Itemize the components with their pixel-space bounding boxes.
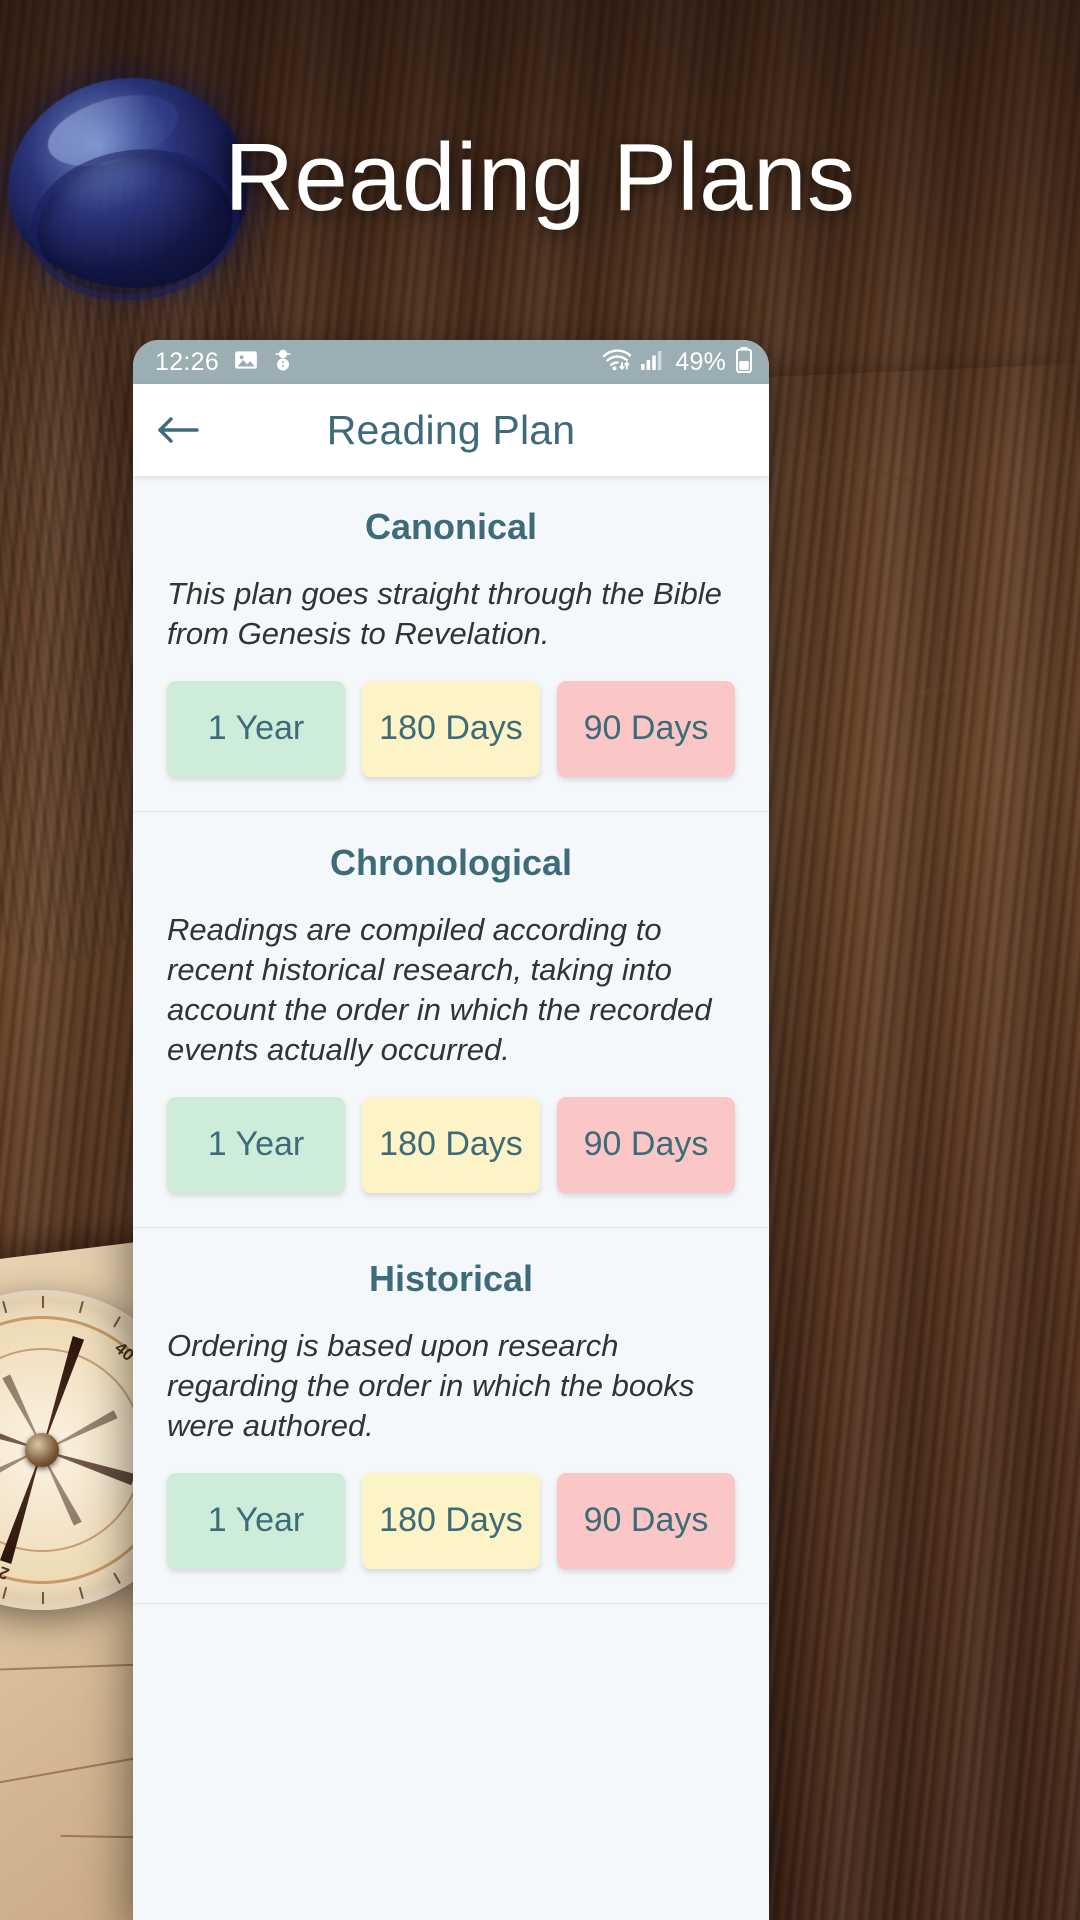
duration-button-90-days[interactable]: 90 Days xyxy=(557,1472,735,1569)
status-bar: 12:26 49% xyxy=(133,340,769,384)
back-button[interactable] xyxy=(155,412,201,448)
plan-card-historical: Historical Ordering is based upon resear… xyxy=(133,1227,769,1604)
duration-button-180-days[interactable]: 180 Days xyxy=(362,1472,540,1569)
empty-list-space xyxy=(133,1603,769,1920)
duration-button-180-days[interactable]: 180 Days xyxy=(362,1096,540,1193)
duration-button-1-year[interactable]: 1 Year xyxy=(167,680,345,777)
plan-description: Readings are compiled according to recen… xyxy=(167,911,712,1068)
duration-button-180-days[interactable]: 180 Days xyxy=(362,680,540,777)
plan-card-chronological: Chronological Readings are compiled acco… xyxy=(133,811,769,1228)
plan-duration-buttons: 1 Year 180 Days 90 Days xyxy=(167,1472,735,1569)
plan-description: This plan goes straight through the Bibl… xyxy=(167,576,722,652)
duration-button-90-days[interactable]: 90 Days xyxy=(557,1096,735,1193)
app-bar: Reading Plan xyxy=(133,384,769,476)
duration-button-1-year[interactable]: 1 Year xyxy=(167,1472,345,1569)
duration-button-1-year[interactable]: 1 Year xyxy=(167,1096,345,1193)
plan-duration-buttons: 1 Year 180 Days 90 Days xyxy=(167,680,735,777)
plan-duration-buttons: 1 Year 180 Days 90 Days xyxy=(167,1096,735,1193)
phone-mockup: 12:26 49% Reading Plan Canonical This pl… xyxy=(133,340,769,1920)
app-bar-title: Reading Plan xyxy=(326,406,576,453)
plan-title: Historical xyxy=(368,1257,534,1299)
plan-title: Canonical xyxy=(364,506,538,547)
snowman-icon xyxy=(271,347,295,378)
status-bar-time: 12:26 xyxy=(155,347,220,376)
duration-button-90-days[interactable]: 90 Days xyxy=(557,680,735,777)
image-icon xyxy=(233,347,259,378)
back-arrow-icon xyxy=(158,417,199,443)
plans-list[interactable]: Canonical This plan goes straight throug… xyxy=(133,476,769,1920)
plan-card-canonical: Canonical This plan goes straight throug… xyxy=(133,476,769,812)
page-title: Reading Plans xyxy=(224,124,856,231)
battery-icon xyxy=(735,346,753,379)
screenshot-stage: 40 60 80 200 220 240 Reading Plans 12:26 xyxy=(0,0,1080,1920)
battery-percent-label: 49% xyxy=(675,347,726,376)
signal-bars-icon xyxy=(640,348,666,377)
plan-title: Chronological xyxy=(330,841,572,883)
plan-description: Ordering is based upon research regardin… xyxy=(167,1327,695,1444)
wifi-icon xyxy=(601,347,632,378)
